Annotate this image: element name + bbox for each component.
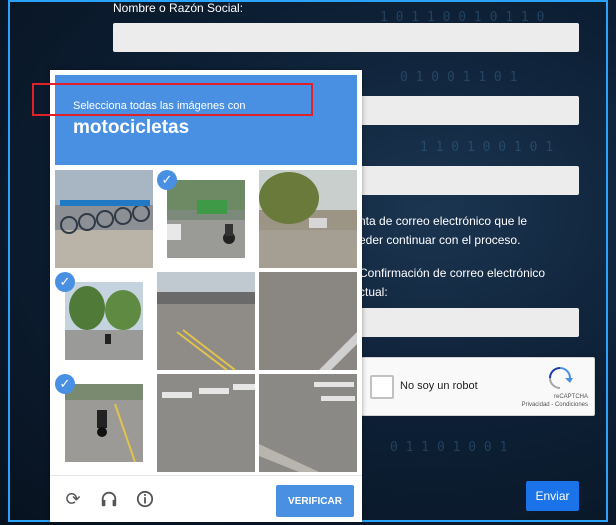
tile-image-motorcycle-trees	[65, 282, 143, 360]
tile-image-bicycles	[55, 170, 153, 268]
email-note: nta de correo electrónico que le eder co…	[359, 212, 527, 250]
info-icon[interactable]	[134, 488, 156, 510]
name-label: Nombre o Razón Social:	[113, 1, 244, 15]
captcha-footer: ⟳ VERIFICAR	[50, 475, 362, 522]
recaptcha-branding: reCAPTCHA Privacidad - Condiciones	[522, 393, 588, 409]
captcha-tile-4[interactable]: ✓	[55, 272, 153, 370]
reload-icon[interactable]: ⟳	[62, 488, 84, 510]
recaptcha-links[interactable]: Privacidad - Condiciones	[522, 401, 588, 409]
recaptcha-logo-icon	[549, 367, 573, 389]
selected-check-icon: ✓	[55, 272, 75, 292]
captcha-image-grid: ✓ ✓ ✓	[55, 170, 357, 472]
recaptcha-widget: No soy un robot reCAPTCHA Privacidad - C…	[361, 357, 595, 416]
tile-image-crosswalk	[157, 374, 255, 472]
selected-check-icon: ✓	[157, 170, 177, 190]
captcha-tile-7[interactable]: ✓	[55, 374, 153, 472]
selected-check-icon: ✓	[55, 374, 75, 394]
confirm-email-label: Confirmación de correo electrónico ctual…	[359, 264, 545, 302]
captcha-target-word: motocicletas	[73, 117, 190, 138]
email-note-line1: nta de correo electrónico que le	[359, 214, 528, 228]
captcha-tile-5[interactable]	[157, 272, 255, 370]
captcha-tile-3[interactable]	[259, 170, 357, 268]
recaptcha-label: No soy un robot	[400, 380, 478, 392]
confirm-label-line2: ctual:	[359, 285, 388, 299]
verify-button[interactable]: VERIFICAR	[276, 485, 354, 517]
tile-image-motorcycle-road	[65, 384, 143, 462]
tile-image-road-curb	[259, 374, 357, 472]
send-button[interactable]: Enviar	[526, 481, 579, 511]
email-note-line2: eder continuar con el proceso.	[359, 233, 521, 247]
tile-image-street-tree	[259, 170, 357, 268]
recaptcha-checkbox[interactable]	[370, 375, 394, 399]
decor-binary: 0 1 1 0 1 0 0 1	[390, 440, 508, 455]
tile-image-parking-road	[157, 272, 255, 370]
tile-image-asphalt	[259, 272, 357, 370]
headphones-icon[interactable]	[98, 488, 120, 510]
tile-image-motorcycle-street	[167, 180, 245, 258]
captcha-tile-6[interactable]	[259, 272, 357, 370]
decor-binary: 1 1 0 1 0 0 1 0 1	[420, 140, 554, 155]
highlight-box	[32, 83, 313, 116]
captcha-challenge: Selecciona todas las imágenes con motoci…	[50, 70, 362, 522]
name-input[interactable]	[113, 23, 579, 52]
captcha-tile-1[interactable]	[55, 170, 153, 268]
captcha-tile-9[interactable]	[259, 374, 357, 472]
recaptcha-brand: reCAPTCHA	[553, 394, 588, 400]
captcha-tile-2[interactable]: ✓	[157, 170, 255, 268]
captcha-tile-8[interactable]	[157, 374, 255, 472]
confirm-label-line1: Confirmación de correo electrónico	[359, 266, 546, 280]
decor-binary: 0 1 0 0 1 1 0 1	[400, 70, 518, 85]
